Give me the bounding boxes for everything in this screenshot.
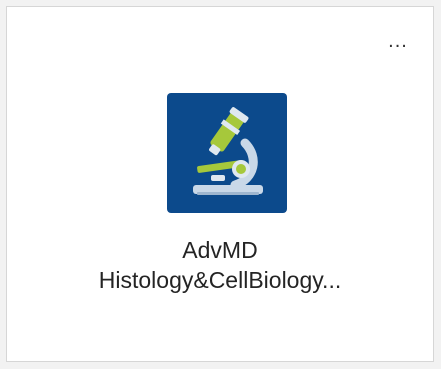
more-options-button[interactable]: ...	[381, 29, 415, 53]
app-icon[interactable]	[167, 93, 287, 213]
app-title-line2: Histology&CellBiology...	[98, 267, 342, 293]
app-tile[interactable]: ... AdvMD Histology&CellBiology...	[6, 6, 434, 362]
app-title-line1: AdvMD	[182, 237, 258, 263]
more-options-icon: ...	[388, 30, 408, 52]
microscope-icon	[167, 93, 287, 213]
app-title[interactable]: AdvMD Histology&CellBiology...	[7, 235, 433, 295]
